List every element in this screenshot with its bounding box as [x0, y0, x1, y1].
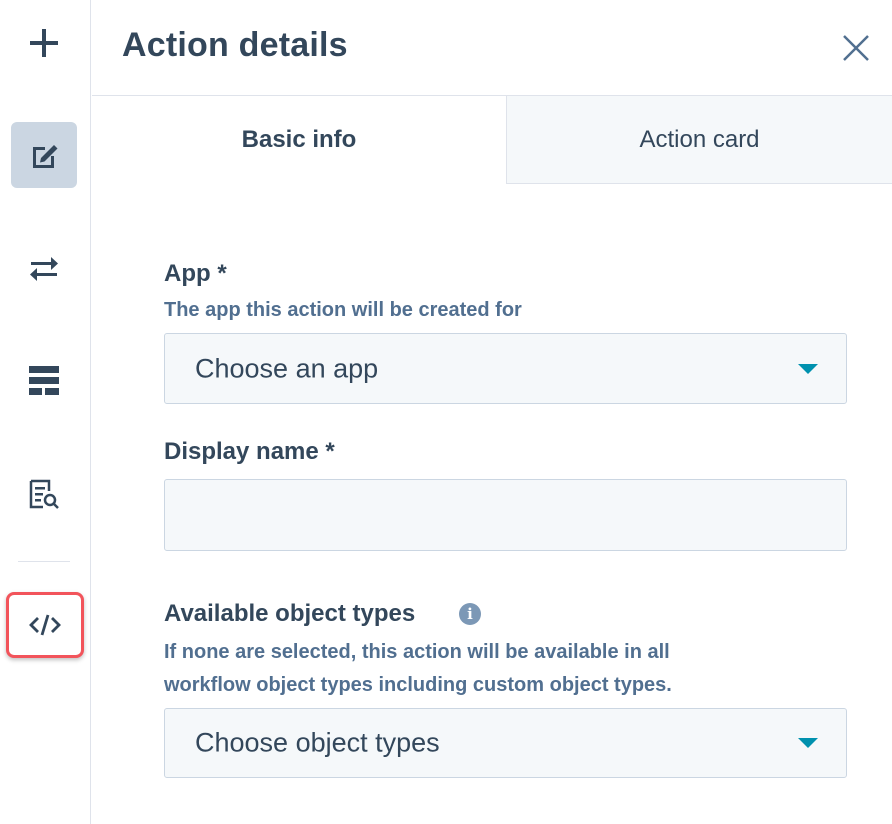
code-icon — [29, 614, 61, 636]
chevron-down-icon — [798, 363, 818, 374]
add-button[interactable] — [11, 10, 77, 76]
object-types-select-value: Choose object types — [195, 727, 440, 758]
info-icon[interactable]: i — [459, 603, 481, 625]
app-label: App * — [164, 260, 227, 287]
app-help-text: The app this action will be created for — [164, 299, 522, 321]
document-search-button[interactable] — [11, 462, 77, 528]
chevron-down-icon — [798, 738, 818, 748]
rail-divider — [18, 561, 70, 562]
close-icon — [843, 35, 869, 61]
object-types-help-line1: If none are selected, this action will b… — [164, 641, 670, 663]
layout-button[interactable] — [11, 348, 77, 414]
tab-action-card[interactable]: Action card — [506, 96, 892, 184]
app-select[interactable]: Choose an app — [164, 333, 847, 404]
swap-arrows-icon — [30, 257, 58, 281]
layout-icon — [29, 366, 59, 395]
left-rail — [0, 0, 91, 824]
edit-icon — [33, 145, 58, 168]
object-types-label: Available object types — [164, 600, 416, 627]
close-button[interactable] — [838, 30, 874, 66]
tab-basic-info[interactable]: Basic info — [92, 96, 506, 184]
document-search-icon — [29, 479, 59, 509]
display-name-label: Display name * — [164, 438, 335, 465]
panel-title: Action details — [122, 26, 348, 64]
object-types-select[interactable]: Choose object types — [164, 708, 847, 778]
code-button[interactable] — [6, 592, 84, 658]
app-select-value: Choose an app — [195, 353, 379, 383]
panel-header: Action details — [92, 0, 892, 96]
plus-icon — [30, 29, 58, 57]
tab-bar: Basic info Action card — [92, 96, 892, 184]
object-types-help-line2: workflow object types including custom o… — [164, 674, 672, 696]
swap-button[interactable] — [11, 236, 77, 302]
display-name-input[interactable] — [164, 479, 847, 551]
edit-button[interactable] — [11, 122, 77, 188]
